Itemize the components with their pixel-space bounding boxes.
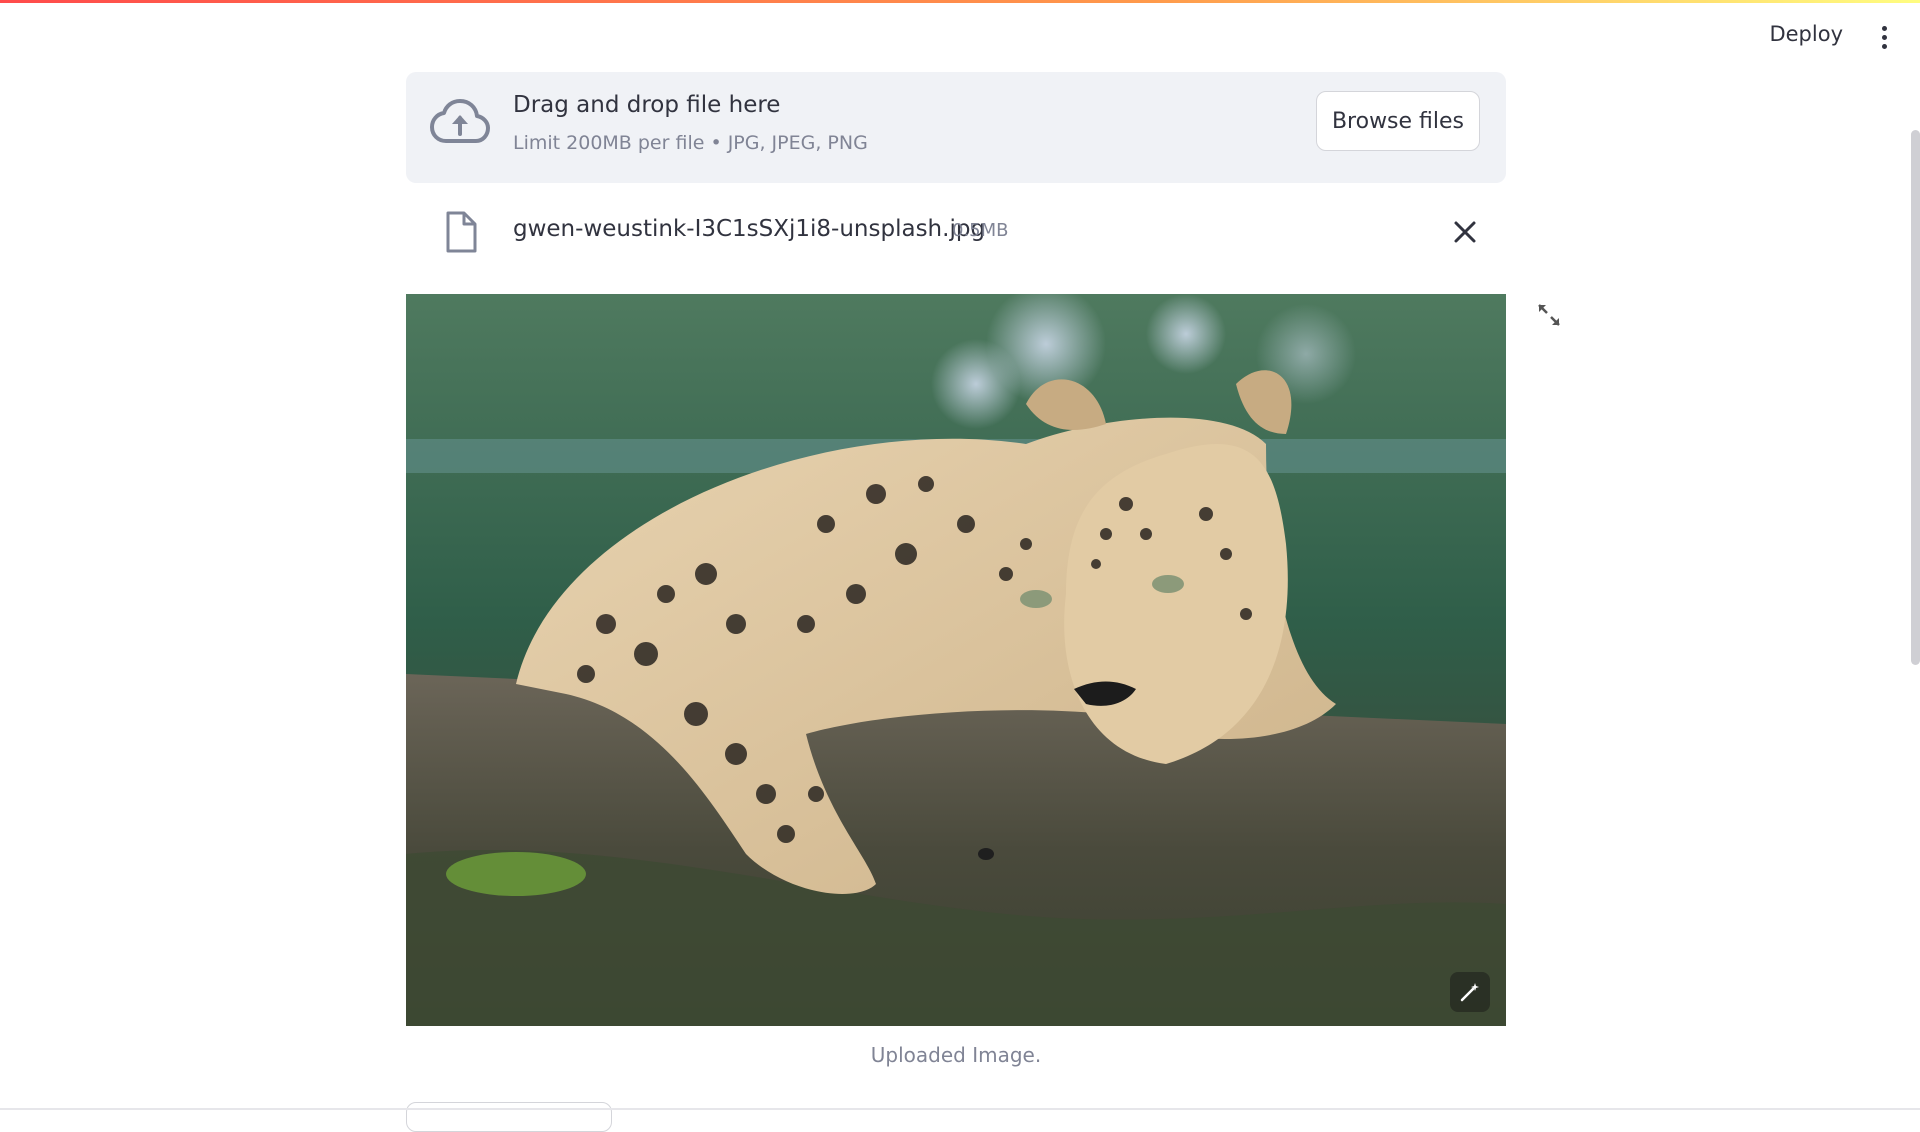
menu-dot <box>1881 43 1887 49</box>
app-header: Deploy <box>0 0 1920 74</box>
cloud-upload-icon <box>430 99 490 143</box>
leopard-photo <box>406 294 1506 1026</box>
menu-dot <box>1881 34 1887 40</box>
page-scrollbar[interactable] <box>1911 130 1920 665</box>
uploaded-file-row: gwen-weustink-I3C1sSXj1i8-unsplash.jpg 0… <box>406 200 1506 264</box>
browse-files-button[interactable]: Browse files <box>1316 91 1480 151</box>
dropzone-title: Drag and drop file here <box>513 92 781 118</box>
deploy-button[interactable]: Deploy <box>1769 22 1843 46</box>
uploaded-image <box>406 294 1506 1026</box>
image-caption: Uploaded Image. <box>870 1043 1042 1067</box>
menu-dot <box>1881 25 1887 31</box>
file-name: gwen-weustink-I3C1sSXj1i8-unsplash.jpg <box>513 216 986 242</box>
magic-wand-button[interactable] <box>1450 972 1490 1012</box>
dropzone-limits: Limit 200MB per file • JPG, JPEG, PNG <box>513 132 868 154</box>
magic-wand-icon <box>1460 983 1479 1002</box>
file-size: 0.5MB <box>952 220 1009 241</box>
file-dropzone[interactable]: Drag and drop file here Limit 200MB per … <box>406 72 1506 183</box>
file-icon <box>446 211 477 253</box>
expand-icon[interactable] <box>1536 302 1562 328</box>
partially-visible-button[interactable] <box>406 1102 612 1132</box>
close-icon[interactable] <box>1452 219 1478 245</box>
kebab-menu-icon[interactable] <box>1874 22 1894 52</box>
